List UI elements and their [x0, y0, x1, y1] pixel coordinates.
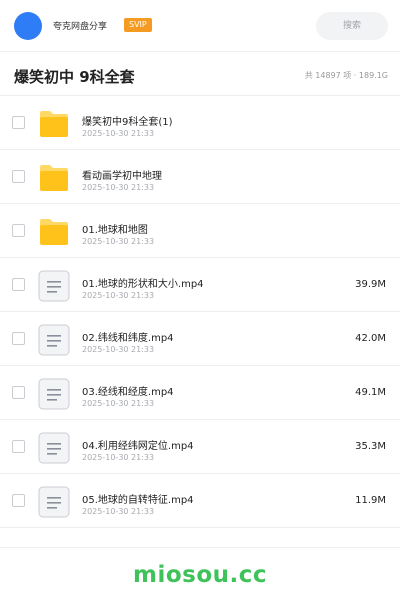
document-icon [38, 270, 70, 302]
file-name: 01.地球和地图 [82, 225, 148, 236]
file-row[interactable]: 01.地球的形状和大小.mp4 2025-10-30 21:33 39.9M [0, 258, 400, 312]
file-date: 2025-10-30 21:33 [82, 129, 155, 138]
search-button[interactable]: 搜索 [316, 12, 388, 40]
row-checkbox[interactable] [12, 224, 25, 237]
document-icon [38, 378, 70, 410]
row-checkbox[interactable] [12, 278, 25, 291]
brand-name: 夸克网盘分享 [53, 22, 108, 32]
folder-icon [38, 108, 70, 140]
file-size: 42.0M [355, 333, 386, 344]
file-row[interactable]: 爆笑初中9科全套(1) 2025-10-30 21:33 [0, 96, 400, 150]
row-checkbox[interactable] [12, 332, 25, 345]
file-size: 35.3M [355, 441, 386, 452]
file-size: 49.1M [355, 387, 386, 398]
svip-badge: SVIP [124, 18, 152, 32]
file-date: 2025-10-30 21:33 [82, 453, 155, 462]
file-name: 05.地球的自转特征.mp4 [82, 495, 194, 506]
file-date: 2025-10-30 21:33 [82, 237, 155, 246]
search-label: 搜索 [342, 21, 361, 31]
row-checkbox[interactable] [12, 386, 25, 399]
file-list: 爆笑初中9科全套(1) 2025-10-30 21:33 看动画学初中地理 20… [0, 96, 400, 528]
document-icon [38, 324, 70, 356]
avatar[interactable] [14, 12, 42, 40]
file-date: 2025-10-30 21:33 [82, 345, 155, 354]
file-date: 2025-10-30 21:33 [82, 291, 155, 300]
file-date: 2025-10-30 21:33 [82, 399, 155, 408]
file-row[interactable]: 看动画学初中地理 2025-10-30 21:33 [0, 150, 400, 204]
file-row[interactable]: 04.利用经纬网定位.mp4 2025-10-30 21:33 35.3M [0, 420, 400, 474]
file-name: 02.纬线和纬度.mp4 [82, 333, 174, 344]
file-name: 爆笑初中9科全套(1) [82, 117, 173, 128]
document-icon [38, 486, 70, 518]
document-icon [38, 432, 70, 464]
file-row[interactable]: 01.地球和地图 2025-10-30 21:33 [0, 204, 400, 258]
file-name: 04.利用经纬网定位.mp4 [82, 441, 194, 452]
file-row[interactable]: 03.经线和经度.mp4 2025-10-30 21:33 49.1M [0, 366, 400, 420]
file-name: 01.地球的形状和大小.mp4 [82, 279, 204, 290]
folder-icon [38, 162, 70, 194]
file-name: 03.经线和经度.mp4 [82, 387, 174, 398]
title-bar: 爆笑初中 9科全套 共 14897 项 · 189.1G [0, 52, 400, 96]
footer-divider [0, 547, 400, 548]
row-checkbox[interactable] [12, 170, 25, 183]
share-stats: 共 14897 项 · 189.1G [304, 71, 388, 80]
row-checkbox[interactable] [12, 494, 25, 507]
file-name: 看动画学初中地理 [82, 171, 162, 182]
page-title: 爆笑初中 9科全套 [14, 68, 135, 86]
row-checkbox[interactable] [12, 440, 25, 453]
app-header: 夸克网盘分享 SVIP 搜索 [0, 0, 400, 52]
file-size: 39.9M [355, 279, 386, 290]
file-date: 2025-10-30 21:33 [82, 507, 155, 516]
watermark: miosou.cc [132, 562, 268, 588]
file-row[interactable]: 02.纬线和纬度.mp4 2025-10-30 21:33 42.0M [0, 312, 400, 366]
file-row[interactable]: 05.地球的自转特征.mp4 2025-10-30 21:33 11.9M [0, 474, 400, 528]
file-date: 2025-10-30 21:33 [82, 183, 155, 192]
row-checkbox[interactable] [12, 116, 25, 129]
folder-icon [38, 216, 70, 248]
file-size: 11.9M [355, 495, 386, 506]
